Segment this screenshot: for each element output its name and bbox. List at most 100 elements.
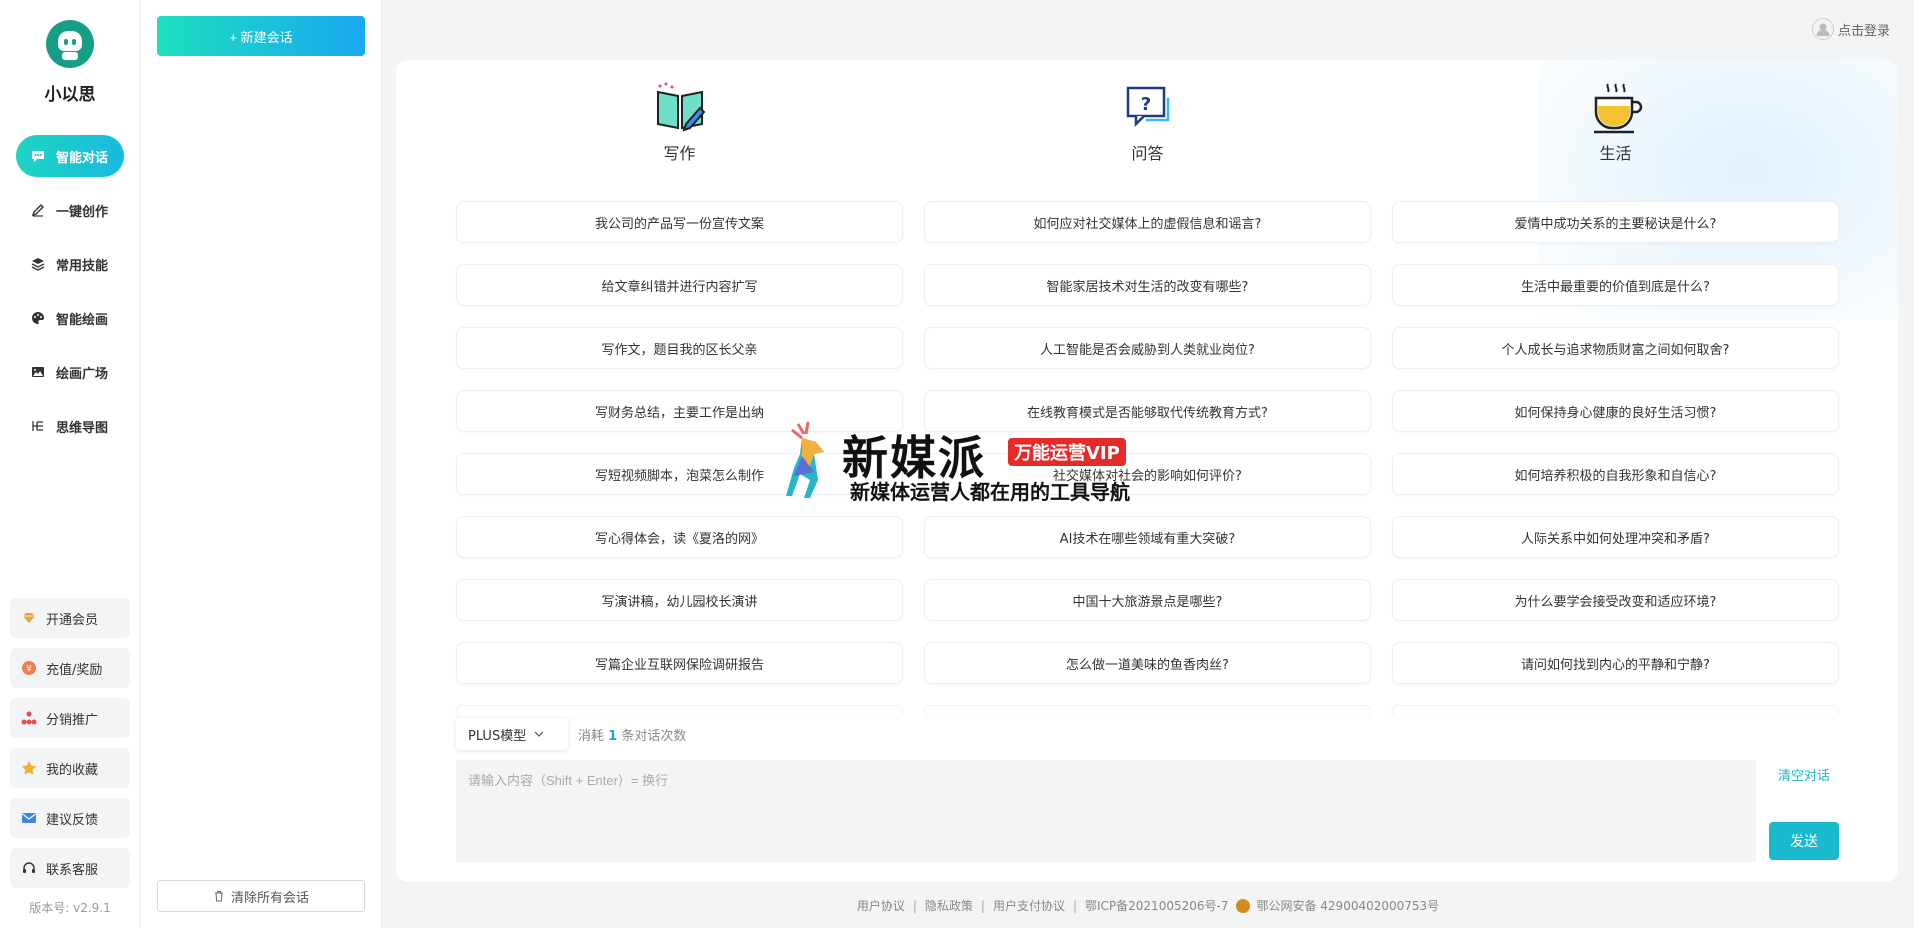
model-select-value: PLUS模型 [468,728,527,744]
prompt-card[interactable]: 如何应对社交媒体上的虚假信息和谣言? [924,201,1371,243]
question-chat-icon: ? [1120,80,1176,136]
nav-btm-distribution[interactable]: 分销推广 [10,698,130,738]
nav-btm-label: 分销推广 [46,712,99,728]
nav-item-mindmap[interactable]: 思维导图 [16,405,124,447]
prompt-card[interactable]: 写作文，题目我的区长父亲 [456,327,903,369]
login-label: 点击登录 [1838,23,1891,39]
prompt-card[interactable]: 个人成长与追求物质财富之间如何取舍? [1392,327,1839,369]
consume-info: 消耗 1 条对话次数 [578,725,686,744]
column-header-qa: ? 问答 [924,80,1371,164]
consume-count: 1 [608,729,618,744]
palette-icon [30,310,46,326]
prompt-card[interactable]: 如何保持身心健康的良好生活习惯? [1392,390,1839,432]
conversation-panel: + 新建会话 清除所有会话 [141,0,382,928]
nav-btm-feedback[interactable]: 建议反馈 [10,798,130,838]
main-nav: 小以思 智能对话 一键创作 常用技能 智能绘画 绘画广场 思维导图 开通会员 ¥… [0,0,140,928]
prompt-card[interactable]: 中国十大旅游景点是哪些? [924,579,1371,621]
headset-icon [20,859,38,877]
footer-payment-link[interactable]: 用户支付协议 [993,897,1065,914]
nav-item-label: 智能绘画 [56,312,109,328]
new-conversation-button[interactable]: + 新建会话 [157,16,365,56]
nav-btm-label: 开通会员 [46,612,99,628]
column-title: 问答 [1131,144,1164,163]
nav-item-gallery[interactable]: 绘画广场 [16,351,124,393]
user-avatar-icon [1812,18,1834,40]
nav-btm-label: 联系客服 [46,862,99,878]
column-title: 写作 [663,144,696,163]
footer-user-agreement-link[interactable]: 用户协议 [857,897,905,914]
star-icon [20,759,38,777]
watermark: 新媒派 万能运营VIP 新媒体运营人都在用的工具导航 [780,420,1140,510]
nav-item-label: 常用技能 [56,258,109,274]
chat-card: 写作 ? 问答 生活 我公司的产品写一份宣传文案 给文章纠错并进行内容扩写 写作文，… [396,60,1898,882]
image-icon [30,364,46,380]
send-button[interactable]: 发送 [1769,822,1839,860]
column-title: 生活 [1599,144,1632,163]
prompt-card[interactable]: 请问如何找到内心的平静和宁静? [1392,642,1839,684]
watermark-subtitle: 新媒体运营人都在用的工具导航 [850,480,1130,504]
diamond-icon [20,609,38,627]
prompt-card[interactable]: 如何培养积极的自我形象和自信心? [1392,453,1839,495]
book-pen-icon [652,80,708,136]
nav-item-draw[interactable]: 智能绘画 [16,297,124,339]
mindmap-icon [30,418,46,434]
prompt-card[interactable]: 写心得体会，读《夏洛的网》 [456,516,903,558]
column-header-life: 生活 [1392,80,1839,164]
prompt-card[interactable]: 怎么做一道美味的鱼香肉丝? [924,642,1371,684]
watermark-badge: 万能运营VIP [1008,438,1126,466]
nav-item-label: 绘画广场 [56,366,109,382]
logo-icon[interactable] [46,20,94,68]
footer-icp-link[interactable]: 鄂ICP备2021005206号-7 [1085,897,1228,914]
prompt-card[interactable]: 给文章纠错并进行内容扩写 [456,264,903,306]
prompt-card[interactable]: 人工智能是否会威胁到人类就业岗位? [924,327,1371,369]
brand-name: 小以思 [44,85,96,105]
prompt-card[interactable]: AI技术在哪些领域有重大突破? [924,516,1371,558]
message-input[interactable] [456,760,1756,862]
nav-item-skills[interactable]: 常用技能 [16,243,124,285]
nav-item-label: 思维导图 [56,420,109,436]
nav-btm-label: 充值/奖励 [46,662,103,678]
footer-police-link[interactable]: 鄂公网安备 42900402000753号 [1256,897,1439,914]
clear-conversation-button[interactable]: 清空对话 [1778,765,1830,784]
prompt-card[interactable]: 智能家居技术对生活的改变有哪些? [924,264,1371,306]
version-label: 版本号: v2.9.1 [29,901,111,915]
police-badge-icon [1236,898,1251,913]
nav-item-label: 智能对话 [56,150,109,166]
prompt-card[interactable]: 写演讲稿，幼儿园校长演讲 [456,579,903,621]
svg-text:?: ? [1140,94,1150,115]
nav-item-label: 一键创作 [56,204,109,220]
prompt-card[interactable]: 为什么要学会接受改变和适应环境? [1392,579,1839,621]
prompt-card[interactable]: 爱情中成功关系的主要秘诀是什么? [1392,201,1839,243]
chat-icon [30,148,46,164]
column-header-writing: 写作 [456,80,903,164]
prompt-card[interactable]: 写篇企业互联网保险调研报告 [456,642,903,684]
footer: 用户协议 | 隐私政策 | 用户支付协议 | 鄂ICP备2021005206号-… [856,897,1440,914]
model-select[interactable]: PLUS模型 [456,718,568,750]
mail-icon [20,809,38,827]
consume-prefix: 消耗 [578,729,605,744]
deer-logo-icon [786,421,824,498]
login-link[interactable]: 点击登录 [1812,18,1890,40]
layers-icon [30,256,46,272]
pen-icon [30,202,46,218]
prompt-card[interactable]: 我公司的产品写一份宣传文案 [456,201,903,243]
nav-btm-support[interactable]: 联系客服 [10,848,130,888]
nav-btm-label: 建议反馈 [46,812,99,828]
chevron-down-icon [534,729,544,739]
footer-privacy-link[interactable]: 隐私政策 [925,897,973,914]
coin-icon: ¥ [20,659,38,677]
nav-btm-recharge[interactable]: ¥ 充值/奖励 [10,648,130,688]
nav-btm-vip[interactable]: 开通会员 [10,598,130,638]
consume-suffix: 条对话次数 [621,729,687,744]
prompt-card[interactable]: 人际关系中如何处理冲突和矛盾? [1392,516,1839,558]
clear-all-conversations-button[interactable]: 清除所有会话 [157,880,365,912]
prompt-card[interactable]: 生活中最重要的价值到底是什么? [1392,264,1839,306]
nav-item-create[interactable]: 一键创作 [16,189,124,231]
clear-all-label: 清除所有会话 [230,890,309,906]
nav-item-chat[interactable]: 智能对话 [16,135,124,177]
coffee-cup-icon [1588,80,1644,136]
nav-btm-label: 我的收藏 [46,762,99,778]
network-icon [20,709,38,727]
nav-btm-favorites[interactable]: 我的收藏 [10,748,130,788]
trash-icon [213,890,225,902]
